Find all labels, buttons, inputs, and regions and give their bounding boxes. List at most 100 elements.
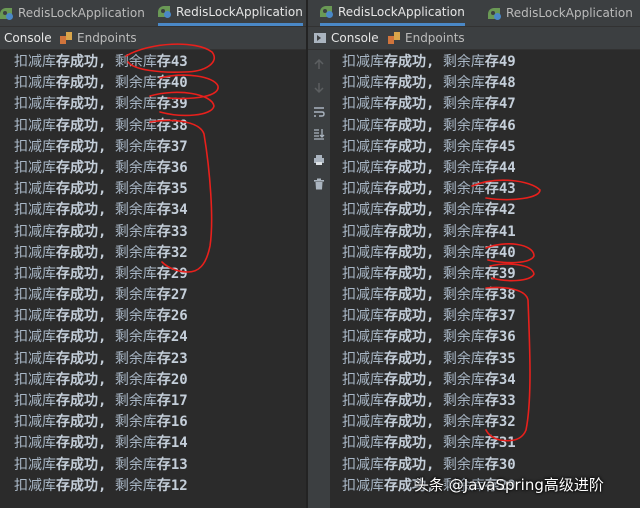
line-prefix: 扣减库 (342, 287, 384, 304)
trash-icon[interactable] (313, 178, 325, 190)
line-status: 存成功, (384, 75, 435, 92)
console-line: 扣减库存成功, 剩余库存26 (14, 306, 188, 327)
scroll-to-end-icon[interactable] (313, 128, 325, 140)
line-remaining: 剩余库 (442, 308, 485, 325)
console-line: 扣减库存成功, 剩余库存49 (342, 52, 516, 73)
print-icon[interactable] (313, 154, 325, 166)
console-line: 扣减库存成功, 剩余库存44 (342, 158, 516, 179)
line-stock: 存20 (156, 371, 188, 388)
line-status: 存成功, (384, 456, 435, 473)
console-line: 扣减库存成功, 剩余库存17 (14, 391, 188, 412)
console-line: 扣减库存成功, 剩余库存39 (342, 264, 516, 285)
line-remaining: 剩余库 (114, 287, 157, 304)
line-remaining: 剩余库 (114, 202, 157, 219)
line-status: 存成功, (56, 308, 107, 325)
soft-wrap-icon[interactable] (313, 106, 325, 118)
line-stock: 存36 (156, 159, 188, 176)
line-remaining: 剩余库 (442, 287, 485, 304)
endpoints-tab-label: Endpoints (77, 31, 137, 45)
line-stock: 存26 (156, 308, 188, 325)
line-stock: 存27 (156, 287, 188, 304)
line-prefix: 扣减库 (342, 414, 384, 431)
line-remaining: 剩余库 (442, 265, 485, 282)
line-stock: 存41 (484, 223, 516, 240)
endpoints-tab[interactable]: Endpoints (60, 27, 137, 49)
line-stock: 存46 (484, 117, 516, 134)
line-stock: 存32 (484, 414, 516, 431)
line-status: 存成功, (56, 287, 107, 304)
console-line: 扣减库存成功, 剩余库存48 (342, 73, 516, 94)
line-stock: 存30 (484, 456, 516, 473)
console-output-right: 扣减库存成功, 剩余库存49 扣减库存成功, 剩余库存48 扣减库存成功, 剩余库存… (342, 52, 516, 497)
line-prefix: 扣减库 (342, 371, 384, 388)
line-status: 存成功, (384, 244, 435, 261)
spring-app-icon (488, 7, 501, 20)
console-line: 扣减库存成功, 剩余库存14 (14, 433, 188, 454)
line-prefix: 扣减库 (14, 329, 56, 346)
down-arrow-icon[interactable] (313, 82, 325, 94)
line-prefix: 扣减库 (14, 477, 56, 494)
line-prefix: 扣减库 (14, 96, 56, 113)
console-line: 扣减库存成功, 剩余库存35 (342, 349, 516, 370)
line-remaining: 剩余库 (114, 414, 157, 431)
line-remaining: 剩余库 (114, 371, 157, 388)
line-status: 存成功, (384, 329, 435, 346)
line-remaining: 剩余库 (442, 371, 485, 388)
run-tab-active[interactable]: RedisLockApplication (320, 0, 465, 26)
console-tab-label: Console (4, 31, 52, 45)
line-remaining: 剩余库 (442, 181, 485, 198)
line-status: 存成功, (56, 393, 107, 409)
line-status: 存成功, (56, 265, 107, 282)
line-remaining: 剩余库 (442, 202, 485, 219)
line-status: 存成功, (384, 371, 435, 388)
line-status: 存成功, (384, 181, 435, 198)
up-arrow-icon[interactable] (313, 58, 325, 70)
line-remaining: 剩余库 (114, 350, 157, 367)
console-line: 扣减库存成功, 剩余库存27 (14, 285, 188, 306)
watermark: 头条 @JavaSpring高级进阶 (414, 476, 604, 494)
endpoints-tab-label: Endpoints (405, 31, 465, 45)
spring-app-icon (158, 5, 171, 18)
line-remaining: 剩余库 (114, 54, 157, 70)
run-tab[interactable]: RedisLockApplication (0, 0, 145, 26)
line-remaining: 剩余库 (114, 244, 157, 261)
console-line: 扣减库存成功, 剩余库存39 (14, 94, 188, 115)
line-prefix: 扣减库 (14, 75, 56, 92)
line-prefix: 扣减库 (342, 159, 384, 176)
line-prefix: 扣减库 (14, 393, 56, 409)
line-prefix: 扣减库 (342, 223, 384, 240)
pane-divider[interactable] (306, 0, 308, 508)
line-stock: 存35 (484, 350, 516, 367)
run-tab-label: RedisLockApplication (506, 6, 633, 20)
line-stock: 存40 (156, 75, 188, 92)
line-status: 存成功, (56, 435, 107, 452)
line-stock: 存13 (156, 456, 188, 473)
console-line: 扣减库存成功, 剩余库存33 (342, 391, 516, 412)
line-remaining: 剩余库 (442, 350, 485, 367)
line-remaining: 剩余库 (442, 117, 485, 134)
line-prefix: 扣减库 (14, 244, 56, 261)
run-tab-active[interactable]: RedisLockApplication (158, 0, 303, 26)
spring-app-icon (320, 5, 333, 18)
endpoints-tab[interactable]: Endpoints (388, 27, 465, 49)
console-line: 扣减库存成功, 剩余库存41 (342, 222, 516, 243)
line-stock: 存33 (156, 223, 188, 240)
run-tab[interactable]: RedisLockApplication (488, 0, 633, 26)
line-prefix: 扣减库 (342, 181, 384, 198)
console-line: 扣减库存成功, 剩余库存47 (342, 94, 516, 115)
line-prefix: 扣减库 (342, 117, 384, 134)
line-status: 存成功, (384, 54, 435, 70)
line-prefix: 扣减库 (342, 202, 384, 219)
line-stock: 存35 (156, 181, 188, 198)
console-tab[interactable]: Console (314, 27, 379, 49)
console-line: 扣减库存成功, 剩余库存38 (342, 285, 516, 306)
line-prefix: 扣减库 (342, 138, 384, 155)
console-line: 扣减库存成功, 剩余库存36 (342, 327, 516, 348)
line-remaining: 剩余库 (114, 181, 157, 198)
console-tab[interactable]: Console (4, 27, 52, 49)
line-status: 存成功, (56, 414, 107, 431)
run-tab-label: RedisLockApplication (18, 6, 145, 20)
line-remaining: 剩余库 (114, 308, 157, 325)
console-line: 扣减库存成功, 剩余库存32 (342, 412, 516, 433)
line-stock: 存37 (484, 308, 516, 325)
